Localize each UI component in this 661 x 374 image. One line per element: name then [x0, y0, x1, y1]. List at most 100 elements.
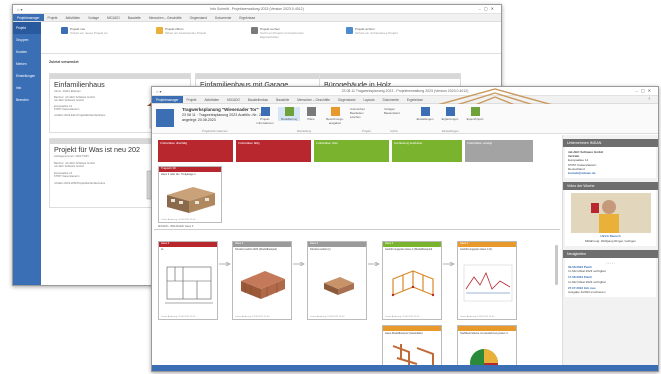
calc-icon	[330, 107, 340, 116]
contact-panel-header: Unternehmen IMDAN	[563, 139, 658, 147]
menu-layouts[interactable]: Layouts	[359, 96, 378, 103]
sidebar: Projekt Gruppen Kunden Merken Einstellun…	[13, 22, 41, 285]
flow-arrow-icon	[443, 262, 455, 266]
model-icon	[284, 107, 294, 116]
loeschen-button[interactable]: Löschen	[350, 115, 361, 119]
folder-open-icon	[156, 27, 163, 34]
menu-projekt[interactable]: Projekt	[183, 96, 201, 103]
menu-baustelle[interactable]: Baustelle	[124, 14, 145, 21]
window-title: Info Schmitt - Projektverwaltung 2023 (V…	[210, 7, 304, 11]
status-chip-erledigt[interactable]: 0 Aktivitäten erledigt	[465, 140, 533, 162]
menu-projektmanager[interactable]: Projektmanager	[13, 14, 44, 21]
gear-icon	[420, 107, 430, 116]
ergaenzungen-button[interactable]: Ergänzungen	[439, 107, 461, 121]
projekt-neu-button[interactable]: Projekt neu Ordnet ein neues Projekt an	[61, 27, 107, 35]
modellierung-button[interactable]: Modellierung	[278, 107, 300, 121]
menu-dokumente[interactable]: Dokumente	[379, 96, 403, 103]
result-graph-thumbnail-icon	[463, 264, 513, 302]
section-zuletzt-verwendet: Zuletzt verwendet	[49, 60, 79, 64]
model-tile[interactable]: Haus 4 Ausführungsplan Haus 4 (Modellbei…	[382, 241, 442, 320]
menu-baustelle[interactable]: Baustelle	[272, 96, 293, 103]
einstellungen-button[interactable]: Einstellungen	[414, 107, 436, 121]
unterordner-button[interactable]: Unterordner Bearbeiten Löschen	[350, 107, 378, 119]
info-icon	[260, 107, 270, 116]
menu-projektmanager[interactable]: Projektmanager	[152, 96, 183, 103]
help-icon[interactable]: ?	[644, 97, 654, 101]
menu-gegenstand[interactable]: Gegenstand	[186, 14, 211, 21]
news-panel: • • • • • 30.08.2023 Patch Im MicroStat …	[565, 257, 656, 298]
model-tile[interactable]: Haus 4 LL Letzte Änderung: 18.08.2023 13…	[158, 241, 218, 320]
new-project-icon	[61, 27, 68, 34]
video-panel[interactable]: Ulrich Rausch Mitfahrung: Wolfgang Ringe…	[565, 190, 656, 246]
projekt-suchen-button[interactable]: Projekt suchen Sucht ein Projekt mit best…	[251, 27, 305, 39]
sidebar-item-einstellungen[interactable]: Einstellungen	[13, 70, 41, 82]
project-content: 0 Aktivitäten überfällig 0 Aktivitäten f…	[152, 135, 562, 371]
title-bar: ⌂ ▾ 23 08 11 Tragwerksplanung 2023 - Pro…	[152, 87, 658, 96]
export-icon	[470, 107, 480, 116]
window-controls[interactable]: –▢✕	[636, 88, 654, 93]
sidebar-item-merken[interactable]: Merken	[13, 58, 41, 70]
menu-micado[interactable]: MICADO	[223, 96, 244, 103]
sidebar-item-beenden[interactable]: Beenden	[13, 94, 41, 106]
ribbon: Projekt neu Ordnet ein neues Projekt an P…	[41, 22, 501, 54]
flow-arrow-icon	[219, 262, 231, 266]
floor-plan-thumbnail-icon	[165, 266, 213, 304]
ribbon: Tragwerksplanung "Wiesenader Tor" 23 08 …	[152, 104, 658, 134]
model-tile[interactable]: Tragwerk 3D Haus 3 oder der ·Tiefgarage …	[158, 166, 222, 223]
status-chip-ueberfaellig[interactable]: 0 Aktivitäten überfällig	[158, 140, 233, 162]
video-thumbnail-icon	[570, 193, 651, 234]
project-logo-icon	[156, 109, 174, 127]
menu-baustellenbau[interactable]: Baustellenbau	[244, 96, 272, 103]
menu-bar: Projektmanager Projekt Aktivitäten MICAD…	[152, 96, 658, 104]
framework-thumbnail-icon	[391, 270, 435, 297]
menu-projekt[interactable]: Projekt	[44, 14, 62, 21]
projekt-informationen-button[interactable]: Projekt-informationen	[254, 107, 276, 125]
menu-menschen[interactable]: Menschen – Geschäfte	[145, 14, 186, 21]
status-chip-faellig[interactable]: 0 Aktivitäten fällig	[236, 140, 311, 162]
menu-aktivitaeten[interactable]: Aktivitäten	[61, 14, 84, 21]
scrollbar[interactable]	[555, 245, 558, 285]
menu-gegenstand[interactable]: Gegenstand	[334, 96, 359, 103]
model-tile[interactable]: Haus 4 Strukturmodell 2023 (Modellbeispi…	[232, 241, 292, 320]
structure-detail-thumbnail-icon	[324, 277, 354, 295]
search-icon	[251, 27, 258, 34]
menu-micado[interactable]: MICADO	[103, 14, 124, 21]
menu-aktivitaeten[interactable]: Aktivitäten	[200, 96, 223, 103]
news-panel-header: Neuigkeiten	[563, 249, 658, 258]
sidebar-item-kunden[interactable]: Kunden	[13, 46, 41, 58]
status-chip-offen[interactable]: 2 Aktivitäten offen	[314, 140, 389, 162]
window-controls[interactable]: –▢✕	[479, 6, 497, 11]
menu-ergebnisse[interactable]: Ergebnisse	[235, 14, 259, 21]
group-divider	[154, 229, 560, 231]
model-tile[interactable]: Haus 4 Strukturmodell (1) Letzte Änderun…	[307, 241, 367, 320]
menu-dokumente[interactable]: Dokumente	[211, 14, 235, 21]
menu-ergebnisse[interactable]: Ergebnisse	[403, 96, 427, 103]
save-icon	[346, 27, 353, 34]
export-import-button[interactable]: Export/Import	[464, 107, 486, 121]
sidebar-item-projekt[interactable]: Projekt	[13, 22, 41, 34]
projekt-oeffnen-button[interactable]: Projekt öffnen Öffnet ein bestehendes Pro…	[156, 27, 206, 35]
group-label: MICADO - BIM-Modell 'Haus 4'	[158, 225, 194, 228]
menu-bar: Projektmanager Projekt Aktivitäten Vorla…	[13, 14, 501, 22]
status-chip-bearbeitet[interactable]: Hochladung bearbeitet	[392, 140, 462, 162]
video-panel-header: Video der Woche	[563, 182, 658, 191]
flow-arrow-icon	[368, 262, 380, 266]
plan-icon	[306, 107, 316, 116]
menu-vorlage[interactable]: Vorlage	[84, 14, 103, 21]
window-title: 23 08 11 Tragwerksplanung 2023 - Projekt…	[341, 89, 469, 93]
berechnungsausgaben-button[interactable]: Berechnungs-ausgaben	[324, 107, 346, 125]
model-tile[interactable]: Haus 4 Ausführungsplan Haus 4 (1) Letzte…	[457, 241, 517, 320]
projekt-sichern-button[interactable]: Projekt sichern Sichert ein vorhandenes P…	[346, 27, 405, 35]
status-bar	[152, 365, 658, 371]
right-info-panel: Unternehmen IMDAN mb AEC Software GmbH V…	[562, 135, 658, 371]
contact-email-link[interactable]: kontakt@mbaec.de	[568, 171, 595, 175]
project-window-front: ⌂ ▾ 23 08 11 Tragwerksplanung 2023 - Pro…	[151, 86, 659, 372]
structure-model-thumbnail-icon	[241, 271, 285, 299]
vorlagen-button[interactable]: Vorlagen Bautenstand	[384, 107, 408, 115]
project-title: Tragwerksplanung "Wiesenader Tor"	[182, 107, 259, 112]
sidebar-item-gruppen[interactable]: Gruppen	[13, 34, 41, 46]
contact-panel: mb AEC Software GmbH Vertrieb Europaalle…	[565, 147, 656, 179]
menu-menschen[interactable]: Menschen – Geschäfte	[293, 96, 334, 103]
sidebar-item-info[interactable]: Info	[13, 82, 41, 94]
plaene-button[interactable]: Pläne	[300, 107, 322, 121]
